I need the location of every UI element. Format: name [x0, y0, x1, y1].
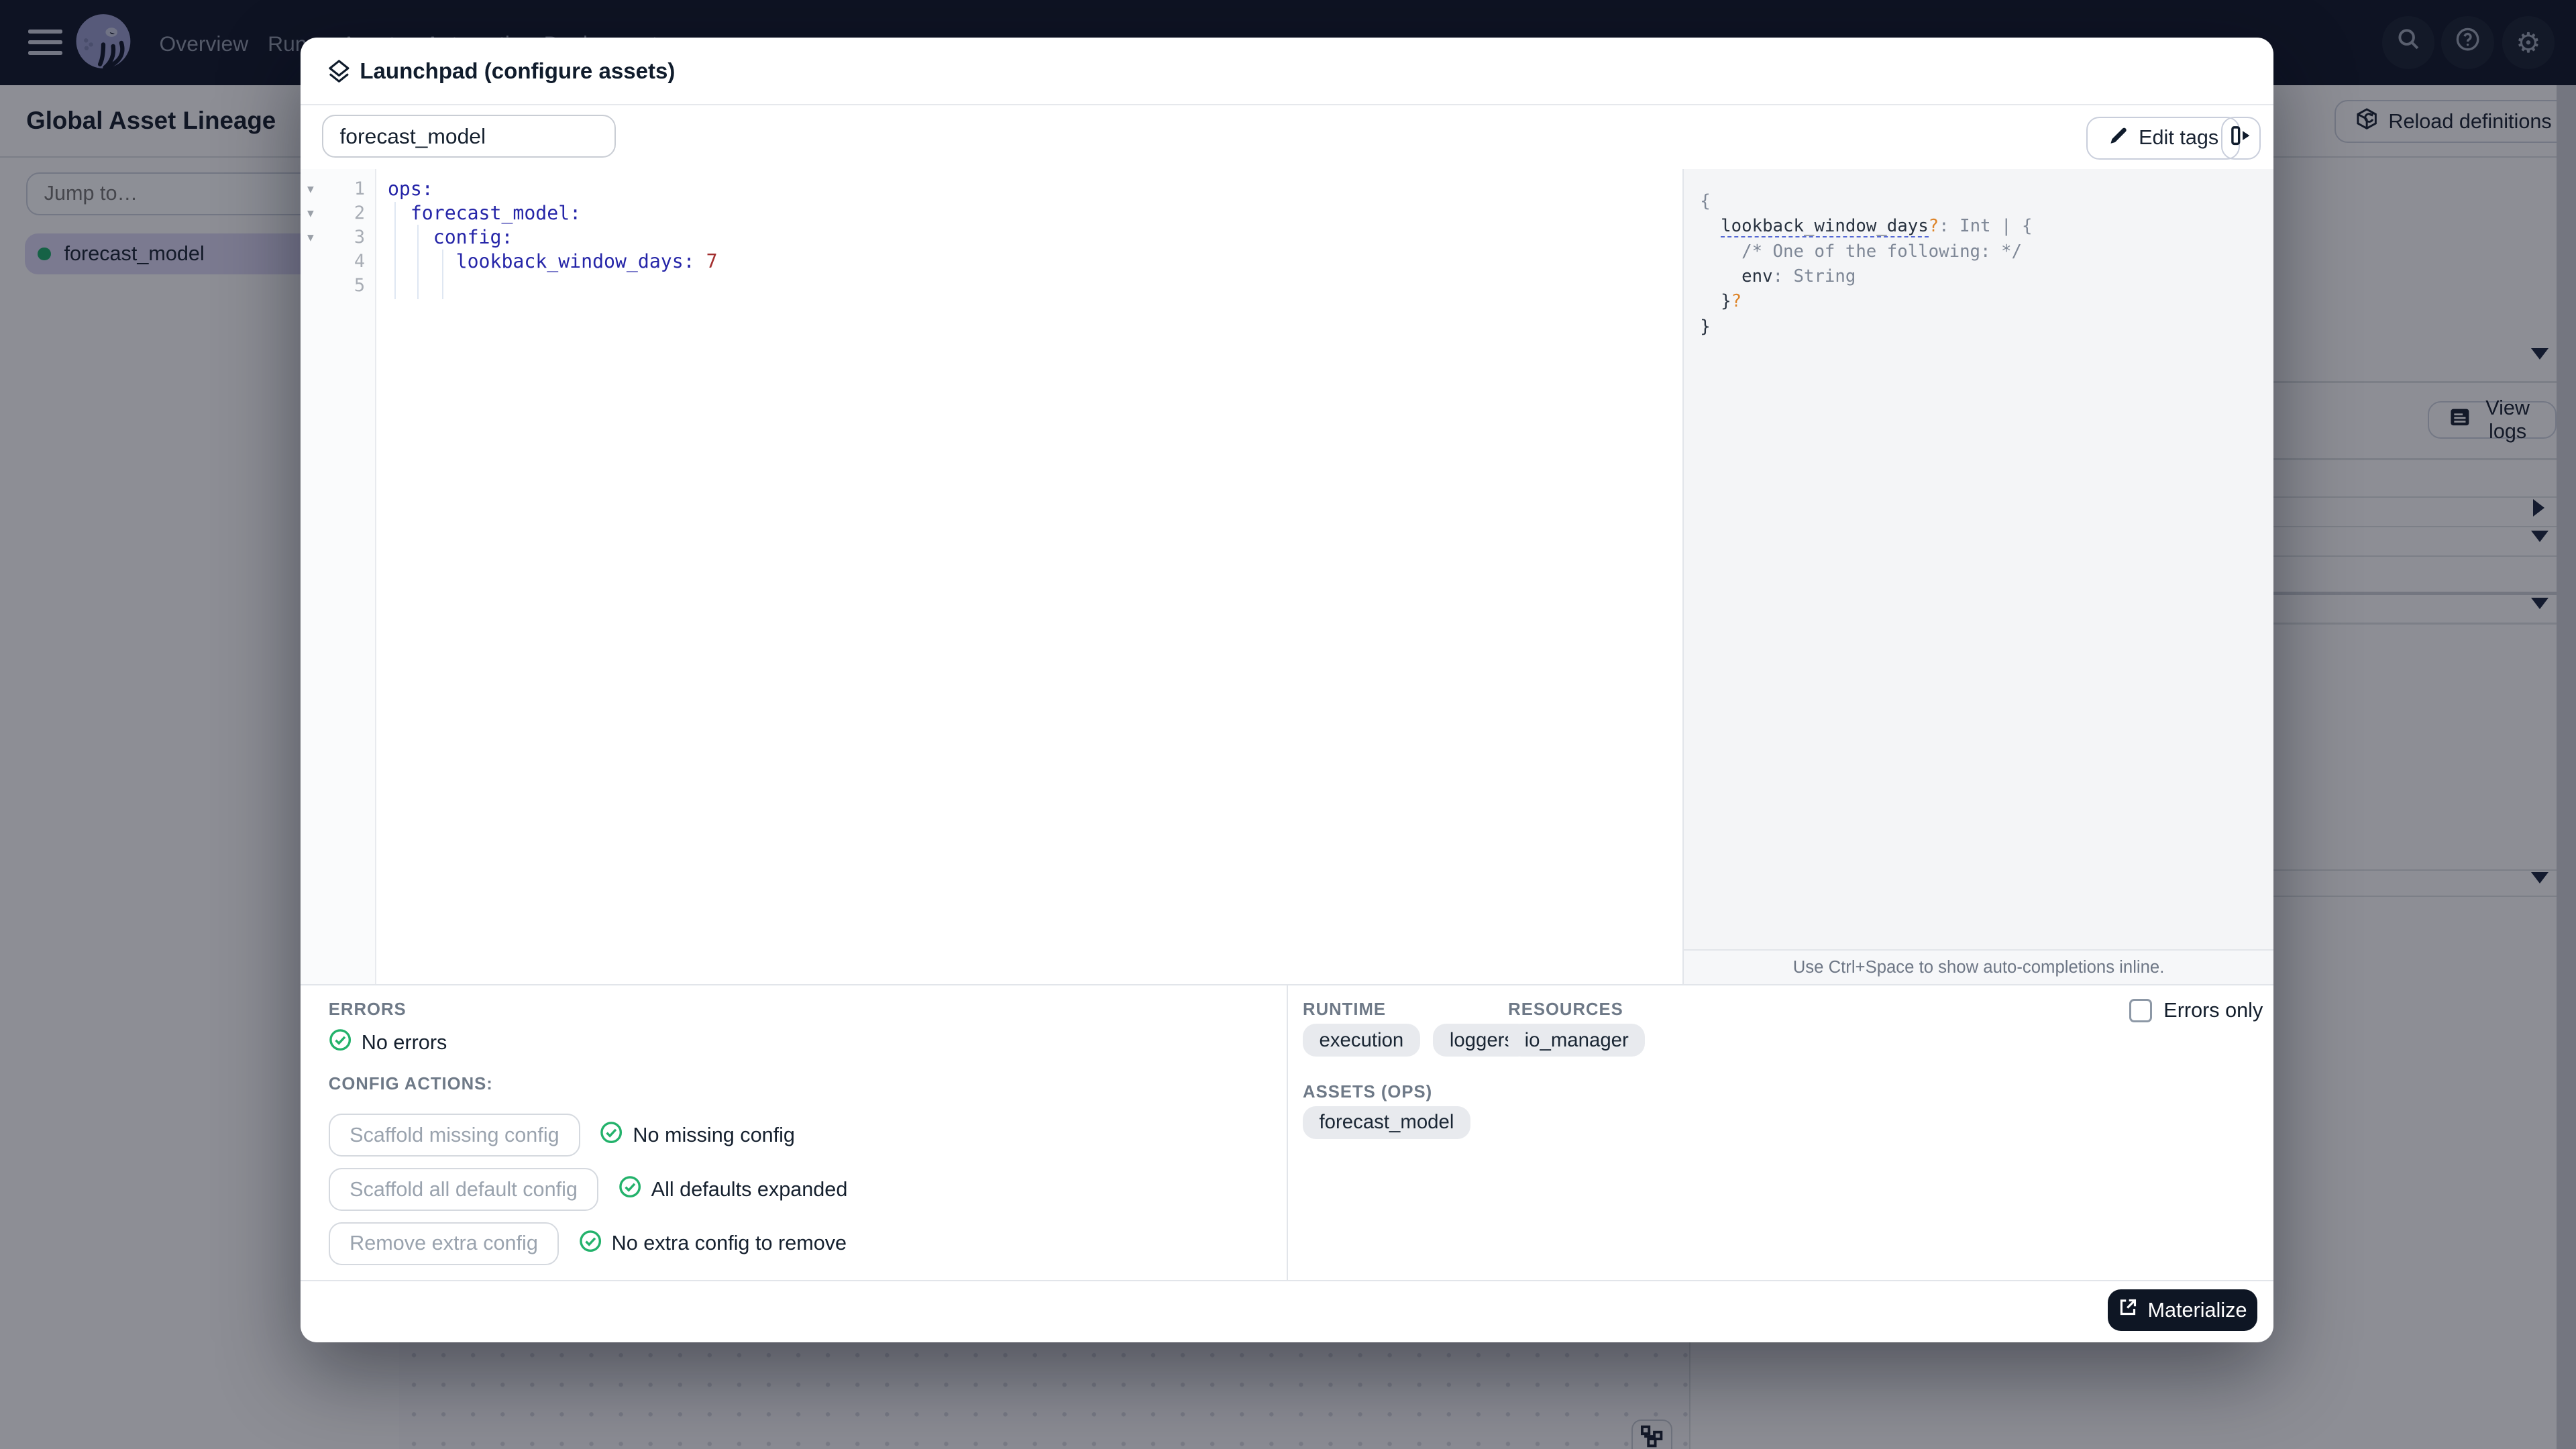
- resources-tags: io_manager: [1508, 1024, 1658, 1057]
- launchpad-icon: [327, 59, 352, 91]
- fold-arrow-icon[interactable]: ▾: [307, 177, 314, 201]
- config-action-status: All defaults expanded: [619, 1175, 847, 1203]
- errors-only-checkbox[interactable]: [2129, 999, 2153, 1022]
- line-number: 3: [354, 227, 366, 248]
- open-second-panel-button[interactable]: [2221, 116, 2261, 160]
- config-action-row: Remove extra config No extra config to re…: [328, 1222, 847, 1265]
- config-actions-label: CONFIG ACTIONS:: [328, 1074, 493, 1093]
- code-line: lookback_window_days: 7: [455, 250, 718, 273]
- materialize-button[interactable]: Materialize: [2108, 1289, 2257, 1331]
- tag-io_manager: io_manager: [1508, 1024, 1646, 1057]
- assets-ops-label: ASSETS (OPS): [1303, 1082, 1433, 1102]
- fold-arrow-icon[interactable]: ▾: [307, 201, 314, 225]
- errors-label: ERRORS: [328, 1000, 407, 1020]
- editor-gutter: ▾ 1 ▾ 2 ▾ 3 4 5: [301, 169, 376, 984]
- tag-execution: execution: [1303, 1024, 1420, 1057]
- screen: Global Asset Lineage Reload definitions …: [0, 0, 2576, 1449]
- schema-code: { lookback_window_days?: Int | { /* One …: [1700, 189, 2273, 340]
- autocomplete-hint: Use Ctrl+Space to show auto-completions …: [1792, 957, 2165, 977]
- schema-line: }?: [1721, 291, 1742, 312]
- code-line: forecast_model:: [410, 202, 582, 225]
- code-line: config:: [433, 226, 513, 249]
- line-number: 4: [354, 251, 366, 272]
- panel-expand-icon: [2229, 124, 2252, 152]
- scaffold-all-default-config-button[interactable]: Scaffold all default config: [328, 1168, 599, 1211]
- tag-forecast_model: forecast_model: [1303, 1106, 1470, 1139]
- config-action-status: No missing config: [600, 1121, 795, 1149]
- check-circle-icon: [619, 1175, 641, 1203]
- check-circle-icon: [579, 1230, 602, 1258]
- config-schema-panel: { lookback_window_days?: Int | { /* One …: [1682, 169, 2274, 950]
- schema-line: env: String: [1741, 266, 1856, 286]
- config-action-row: Scaffold all default config All defaults …: [328, 1168, 847, 1211]
- scaffold-missing-config-button[interactable]: Scaffold missing config: [328, 1114, 581, 1157]
- modal-header: Launchpad (configure assets): [301, 38, 2274, 105]
- schema-line: /* One of the following: */: [1700, 241, 2022, 262]
- pencil-icon: [2108, 125, 2129, 152]
- assets-ops-tags: forecast_model: [1303, 1106, 1483, 1139]
- session-name-input[interactable]: [321, 115, 616, 158]
- code-line: ops:: [387, 178, 433, 201]
- errors-status: No errors: [329, 1028, 447, 1057]
- runtime-label: RUNTIME: [1303, 1000, 1386, 1020]
- edit-tags-button[interactable]: Edit tags: [2086, 116, 2240, 160]
- line-number: 5: [354, 275, 366, 297]
- errors-only-control: Errors only: [2129, 999, 2263, 1022]
- schema-line: }: [1700, 316, 1711, 337]
- modal-title: Launchpad (configure assets): [360, 59, 676, 85]
- fold-arrow-icon[interactable]: ▾: [307, 225, 314, 250]
- config-editor[interactable]: ▾ 1 ▾ 2 ▾ 3 4 5 ops: forecast_model: config: lo…: [301, 169, 1682, 984]
- resources-label: RESOURCES: [1508, 1000, 1623, 1020]
- line-number: 1: [354, 178, 366, 200]
- line-number: 2: [354, 203, 366, 224]
- check-circle-icon: [600, 1121, 623, 1149]
- errors-only-label: Errors only: [2163, 998, 2263, 1022]
- schema-line: lookback_window_days?: Int | {: [1721, 216, 2033, 238]
- config-action-status: No extra config to remove: [579, 1230, 847, 1258]
- schema-line: {: [1700, 191, 1711, 211]
- config-action-row: Scaffold missing config No missing config: [328, 1114, 795, 1157]
- launchpad-modal: Launchpad (configure assets) Edit tags ▾…: [301, 38, 2274, 1342]
- remove-extra-config-button[interactable]: Remove extra config: [328, 1222, 559, 1265]
- external-link-icon: [2118, 1297, 2137, 1322]
- check-circle-icon: [329, 1028, 352, 1057]
- autocomplete-hint-bar: Use Ctrl+Space to show auto-completions …: [1682, 949, 2274, 984]
- editor-code: ops: forecast_model: config: lookback_wi…: [388, 177, 718, 298]
